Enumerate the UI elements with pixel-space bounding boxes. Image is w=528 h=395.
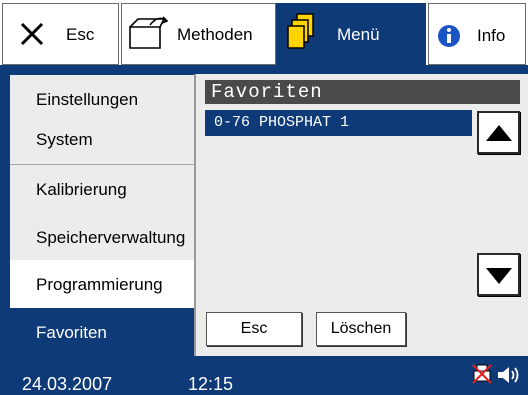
- info-label: Info: [477, 26, 506, 45]
- triangle-down-icon: [486, 268, 512, 284]
- menu-label: Menü: [337, 25, 380, 44]
- scroll-up-button[interactable]: [477, 111, 520, 154]
- menu-item-label: Programmierung: [36, 274, 163, 294]
- methods-button[interactable]: Methoden: [121, 3, 276, 65]
- close-icon: [20, 22, 44, 46]
- top-toolbar: Esc Methoden Menü Info: [0, 0, 528, 68]
- speaker-icon: [498, 367, 519, 383]
- delete-button[interactable]: Löschen: [316, 312, 406, 346]
- pages-icon: [287, 13, 314, 49]
- menu-item-label: Favoriten: [36, 323, 107, 342]
- menu-item-label: Speicherverwaltung: [36, 227, 186, 247]
- menu-item-speicherverwaltung[interactable]: Speicherverwaltung: [10, 213, 200, 263]
- menu-item-system[interactable]: System: [10, 115, 200, 165]
- info-button[interactable]: Info: [428, 3, 526, 65]
- triangle-up-icon: [486, 125, 512, 141]
- menu-item-label: Kalibrierung: [36, 179, 127, 199]
- menu-item-label: System: [36, 129, 93, 149]
- info-icon: [438, 25, 460, 47]
- menu-item-favoriten[interactable]: Favoriten: [10, 308, 200, 358]
- menu-item-label: Einstellungen: [36, 89, 139, 109]
- scroll-down-button[interactable]: [477, 253, 520, 296]
- methods-label: Methoden: [177, 25, 253, 44]
- menu-item-programmierung[interactable]: Programmierung: [10, 260, 200, 310]
- favorites-title: Favoriten: [205, 80, 520, 104]
- esc-button[interactable]: Esc: [2, 3, 119, 65]
- menu-tab[interactable]: Menü: [276, 3, 426, 65]
- status-bar: 24.03.2007 12:15: [0, 359, 528, 394]
- list-item[interactable]: 0-76 PHOSPHAT 1: [205, 110, 472, 136]
- folder-open-icon: [129, 16, 168, 49]
- printer-off-icon: [472, 364, 492, 384]
- esc-label: Esc: [66, 25, 95, 44]
- esc-dialog-button[interactable]: Esc: [206, 312, 302, 346]
- menu-item-kalibrierung[interactable]: Kalibrierung: [10, 165, 200, 215]
